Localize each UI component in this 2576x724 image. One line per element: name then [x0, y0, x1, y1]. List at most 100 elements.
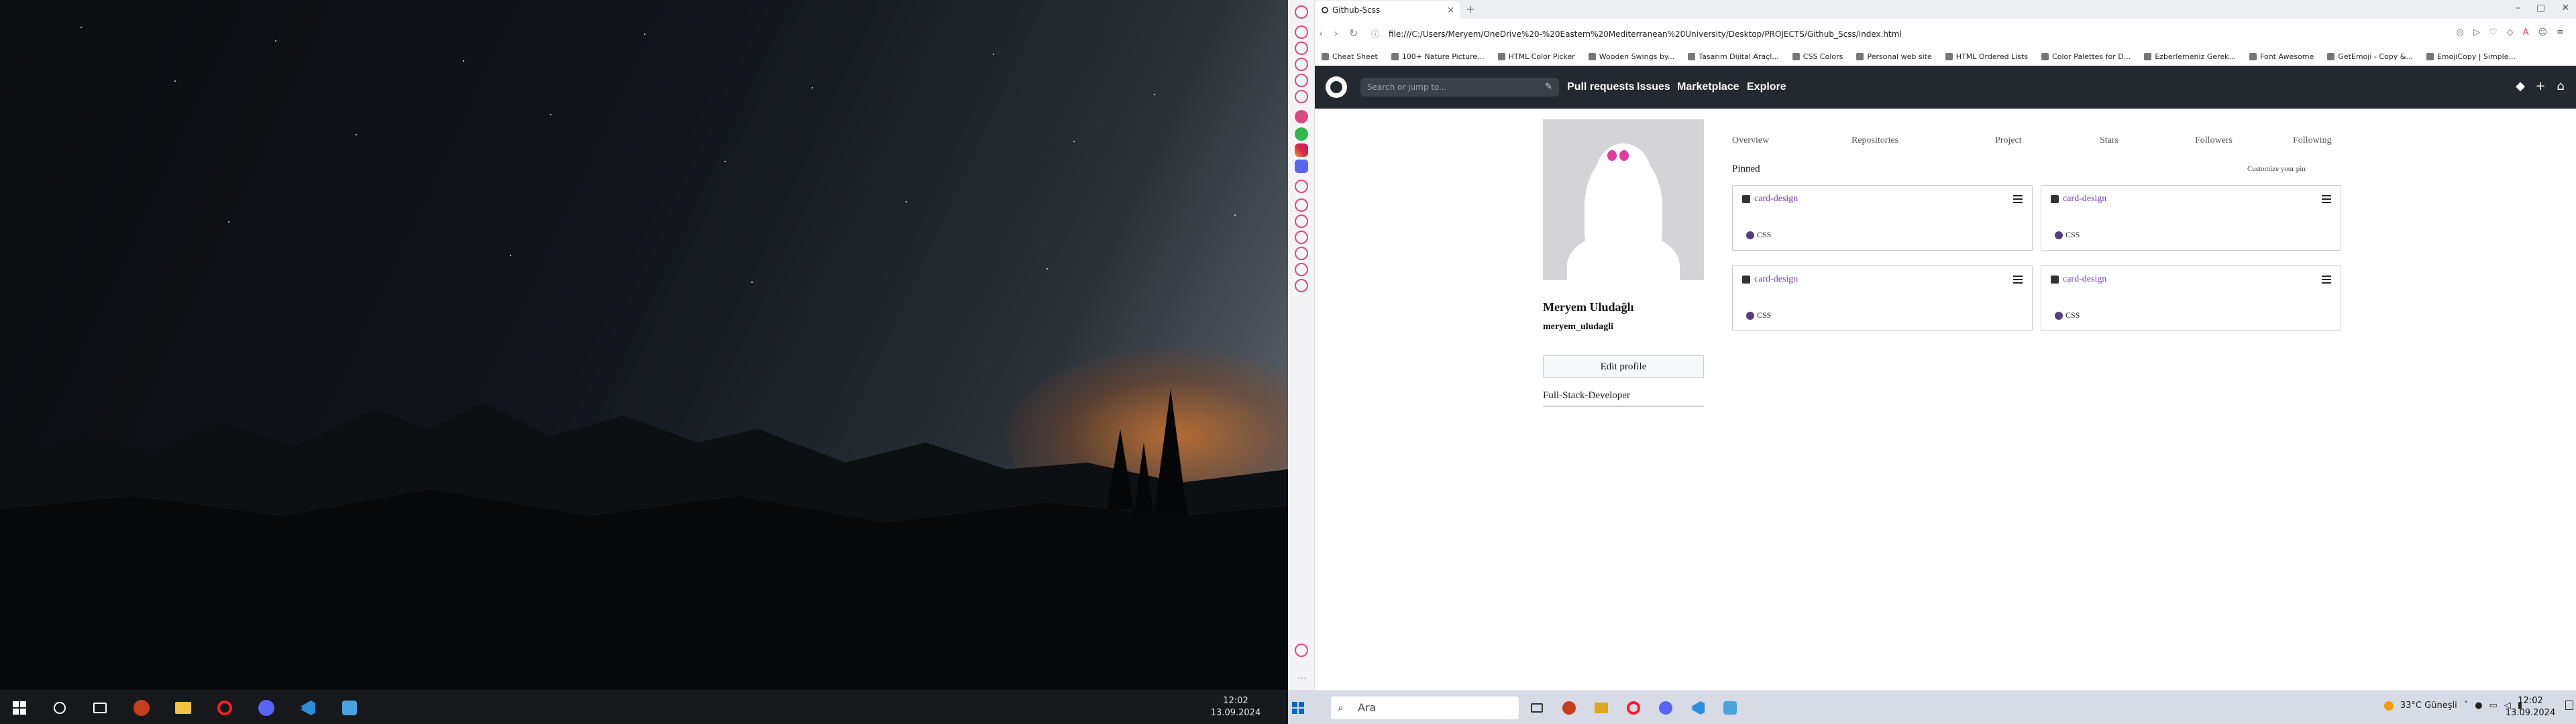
pinned-card[interactable]: card-design CSS	[1732, 185, 2033, 251]
nav-pull-requests[interactable]: Pull requests	[1567, 66, 1634, 109]
nav-explore[interactable]: Explore	[1747, 66, 1786, 109]
opera-icon[interactable]	[215, 698, 235, 718]
bookmark-item[interactable]: 100+ Nature Picture...	[1391, 52, 1485, 61]
drag-handle-icon[interactable]	[2322, 276, 2331, 284]
snapshot-icon[interactable]	[1295, 90, 1308, 103]
tabs-icon[interactable]	[1295, 215, 1308, 228]
tab-github-scss[interactable]: Github-Scss ×	[1315, 1, 1460, 19]
tab-repositories[interactable]: Repositories	[1851, 135, 1898, 146]
bookmark-item[interactable]: GetEmoji - Copy &...	[2327, 52, 2413, 61]
windows-logo-icon[interactable]	[9, 698, 30, 718]
opera-icon[interactable]	[1623, 698, 1644, 718]
discord-icon[interactable]	[1656, 698, 1676, 718]
azure-data-studio-icon[interactable]	[339, 698, 360, 718]
edit-profile-button[interactable]: Edit profile	[1543, 355, 1704, 378]
tab-followers[interactable]: Followers	[2195, 135, 2233, 146]
speed-dial-icon[interactable]	[1295, 42, 1308, 55]
new-tab-button[interactable]: +	[1464, 3, 1477, 16]
pinned-card[interactable]: card-design CSS	[2041, 185, 2341, 251]
microphone-icon[interactable]: ●	[2475, 701, 2482, 711]
file-info-icon[interactable]: ⓘ	[1371, 28, 1379, 40]
bookmark-item[interactable]: Font Awesome	[2249, 52, 2314, 61]
tab-overview[interactable]: Overview	[1732, 135, 1769, 146]
bookmark-item[interactable]: CSS Colors	[1792, 52, 1843, 61]
repo-name-link[interactable]: card-design	[2063, 194, 2106, 204]
bookmark-item[interactable]: Tasarım Dijital Araçl...	[1688, 52, 1779, 61]
search-input[interactable]: Search or jump to... ✎	[1360, 78, 1559, 97]
pinned-card[interactable]: card-design CSS	[2041, 265, 2341, 331]
network-icon[interactable]: ▭	[2489, 701, 2498, 711]
instagram-icon[interactable]	[1295, 143, 1308, 157]
task-view-icon[interactable]	[1527, 698, 1547, 718]
file-explorer-icon[interactable]	[1591, 698, 1611, 718]
azure-data-studio-icon[interactable]	[1720, 698, 1740, 718]
repo-name-link[interactable]: card-design	[2063, 274, 2106, 285]
clock[interactable]: 12:02 13.09.2024	[2497, 695, 2564, 719]
pinboard-icon[interactable]	[1295, 198, 1308, 212]
windows-logo-icon[interactable]	[1288, 698, 1308, 718]
pinned-card[interactable]: card-design CSS	[1732, 265, 2033, 331]
back-icon[interactable]: ‹	[1319, 27, 1323, 40]
vscode-icon[interactable]	[1688, 698, 1708, 718]
minimize-icon[interactable]: –	[2516, 3, 2520, 16]
tab-close-icon[interactable]: ×	[1447, 5, 1454, 15]
powerpoint-icon[interactable]	[131, 698, 152, 718]
chevron-up-icon[interactable]: ˄	[2464, 701, 2469, 711]
weather-icon[interactable]	[2383, 701, 2394, 711]
powerpoint-icon[interactable]	[1559, 698, 1579, 718]
downloads-icon[interactable]	[1295, 247, 1308, 260]
customize-pins-link[interactable]: Customize your pin	[2247, 165, 2306, 173]
menu-icon[interactable]: ≡	[2557, 27, 2564, 38]
drag-handle-icon[interactable]	[2013, 195, 2023, 203]
drag-handle-icon[interactable]	[2013, 276, 2023, 284]
player-icon[interactable]	[1295, 180, 1308, 193]
bookmark-item[interactable]: EmojiCopy | Simple...	[2426, 52, 2516, 61]
bookmark-item[interactable]: HTML Ordered Lists	[1945, 52, 2028, 61]
reload-icon[interactable]: ↻	[1349, 27, 1358, 40]
opera-menu-icon[interactable]	[1295, 5, 1308, 19]
aria-icon[interactable]	[1295, 110, 1308, 123]
home-icon[interactable]	[1295, 25, 1308, 39]
forward-icon[interactable]: ›	[1334, 27, 1338, 40]
file-explorer-icon[interactable]	[173, 698, 193, 718]
settings-icon[interactable]	[1295, 279, 1308, 292]
shopping-icon[interactable]	[1295, 58, 1308, 71]
camera-icon[interactable]: ◎	[2457, 27, 2464, 38]
sidebar-setup-icon[interactable]	[1295, 644, 1308, 657]
plus-icon[interactable]: +	[2533, 79, 2548, 94]
notification-icon[interactable]	[2565, 701, 2573, 710]
nav-issues[interactable]: Issues	[1637, 66, 1670, 109]
discord-icon[interactable]	[256, 698, 276, 718]
tab-following[interactable]: Following	[2293, 135, 2332, 146]
nav-marketplace[interactable]: Marketplace	[1677, 66, 1739, 109]
discord-sidebar-icon[interactable]	[1295, 160, 1308, 173]
repo-name-link[interactable]: card-design	[1754, 274, 1798, 285]
extensions-icon[interactable]	[1295, 263, 1308, 276]
bookmark-item[interactable]: Wooden Swings by...	[1588, 52, 1674, 61]
clock[interactable]: 12:02 13.09.2024	[1195, 695, 1276, 719]
whatsapp-icon[interactable]	[1295, 127, 1308, 141]
github-logo-icon[interactable]	[1326, 76, 1347, 98]
task-view-icon[interactable]	[90, 698, 110, 718]
twitch-icon[interactable]	[1295, 74, 1308, 87]
notifications-icon[interactable]: ◆	[2513, 79, 2528, 94]
maximize-icon[interactable]: ▢	[2536, 3, 2545, 16]
bookmark-item[interactable]: Ezberlemeniz Gerek...	[2144, 52, 2236, 61]
drag-handle-icon[interactable]	[2322, 195, 2331, 203]
taskbar-search-input[interactable]: ⌕ Ara	[1331, 697, 1519, 719]
bookmark-item[interactable]: Cheat Sheet	[1322, 52, 1378, 61]
tab-stars[interactable]: Stars	[2100, 135, 2118, 146]
cube-icon[interactable]: ◇	[2507, 27, 2514, 38]
close-window-icon[interactable]: ✕	[2561, 3, 2569, 16]
bookmark-item[interactable]: Personal web site	[1856, 52, 1932, 61]
repo-name-link[interactable]: card-design	[1754, 194, 1798, 204]
weather-text[interactable]: 33°C Güneşli	[2400, 701, 2457, 711]
address-bar[interactable]: file:///C:/Users/Meryem/OneDrive%20-%20E…	[1389, 26, 2408, 42]
more-icon[interactable]: ⋯	[1297, 673, 1307, 684]
tab-project[interactable]: Project	[1995, 135, 2022, 146]
search-icon[interactable]	[50, 698, 70, 718]
bookmark-item[interactable]: Color Palettes for D...	[2041, 52, 2131, 61]
bookmark-item[interactable]: HTML Color Picker	[1497, 52, 1575, 61]
profile-icon[interactable]: ☺	[2538, 27, 2548, 38]
aria-icon[interactable]: A	[2523, 27, 2529, 38]
